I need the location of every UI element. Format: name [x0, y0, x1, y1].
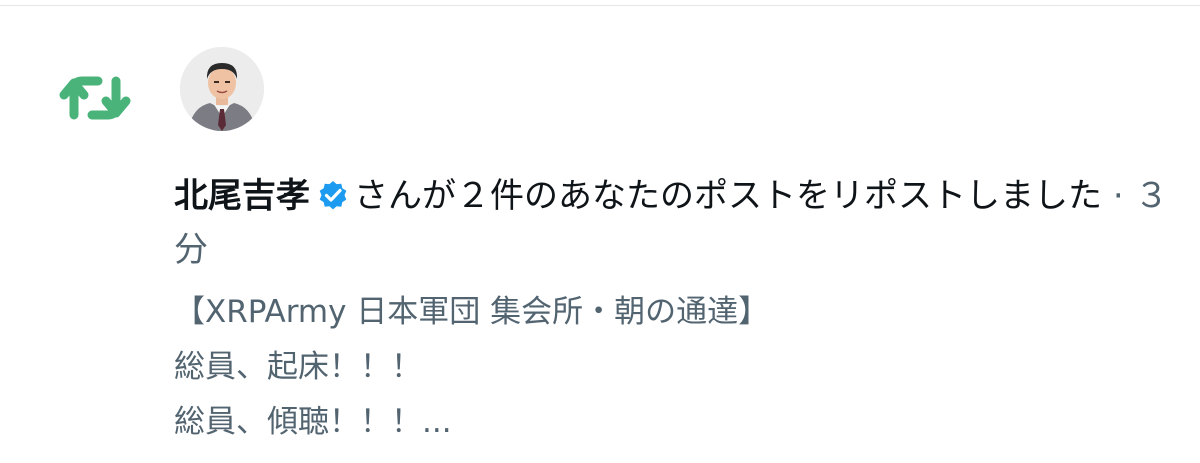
notification-headline: 北尾吉孝 さんが２件のあなたのポストをリポストしました · ３分 [174, 169, 1174, 277]
preview-line: 総員、傾聴！！！... [174, 404, 452, 440]
preview-line: 総員、起床！！！ [174, 349, 422, 385]
repost-icon [59, 76, 131, 120]
action-text: さんが２件のあなたのポストをリポストしました [354, 176, 1102, 216]
verified-badge-icon [319, 181, 347, 210]
separator-dot: · [1112, 176, 1124, 216]
repost-notification[interactable]: 北尾吉孝 さんが２件のあなたのポストをリポストしました · ３分 【XRPArm… [0, 6, 1200, 463]
post-preview[interactable]: 【XRPArmy 日本軍団 集会所・朝の通達】 総員、起床！！！ 総員、傾聴！！… [174, 285, 1174, 450]
avatar-illustration [180, 47, 264, 131]
user-avatar[interactable] [180, 47, 264, 131]
preview-line: 【XRPArmy 日本軍団 集会所・朝の通達】 [174, 294, 770, 330]
user-name[interactable]: 北尾吉孝 [174, 176, 310, 216]
